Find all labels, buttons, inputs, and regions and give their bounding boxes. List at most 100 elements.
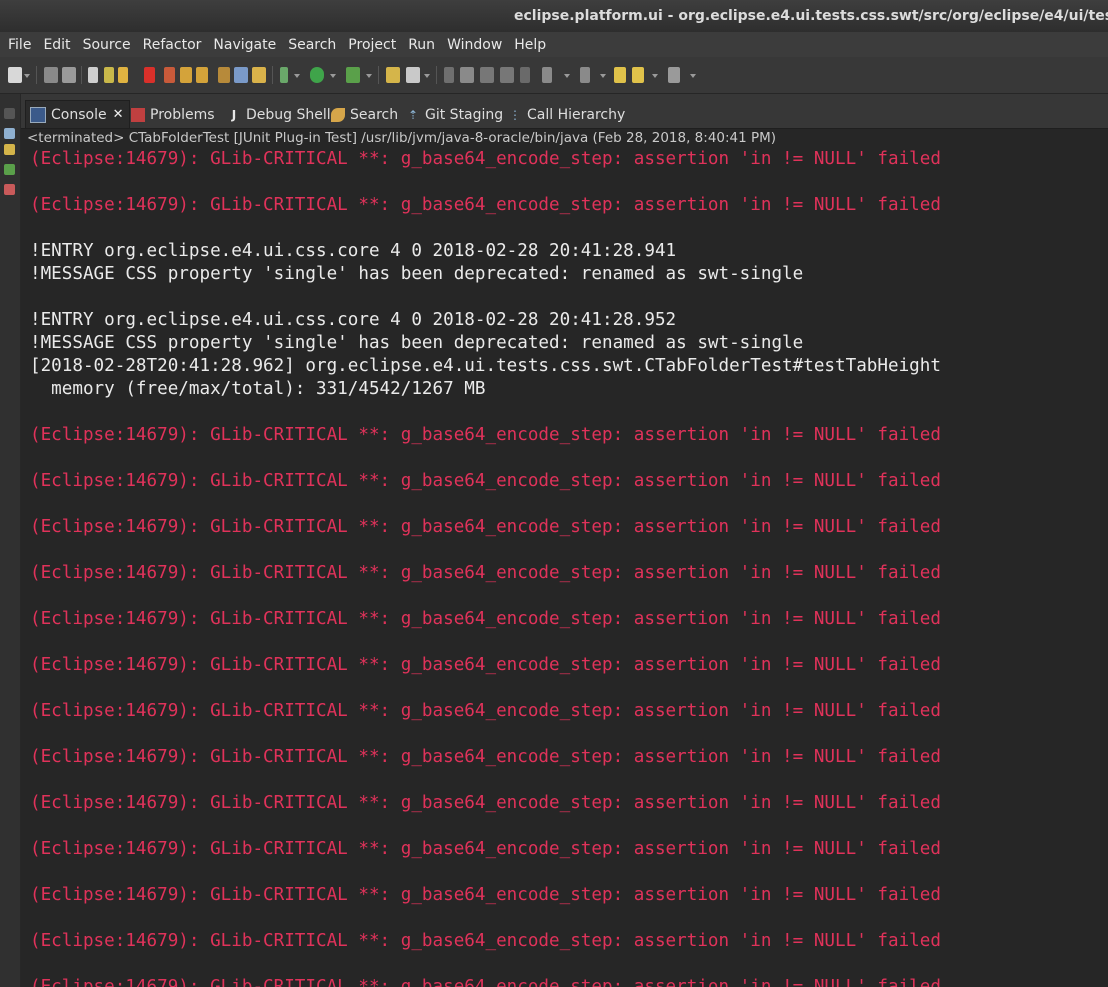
console-error-line: (Eclipse:14679): GLib-CRITICAL **: g_bas… [30, 931, 941, 951]
run-icon[interactable] [310, 67, 324, 83]
tab-debug-shell-label: Debug Shell [246, 106, 331, 123]
disconnect-icon[interactable] [164, 67, 175, 83]
console-output-line: [2018-02-28T20:41:28.962] org.eclipse.e4… [30, 356, 941, 376]
menu-navigate[interactable]: Navigate [209, 37, 280, 53]
coverage-dropdown-icon[interactable] [366, 74, 372, 78]
step-into-icon[interactable] [180, 67, 192, 83]
console-error-line: (Eclipse:14679): GLib-CRITICAL **: g_bas… [30, 839, 941, 859]
console-error-line: (Eclipse:14679): GLib-CRITICAL **: g_bas… [30, 977, 941, 987]
next-annotation-icon[interactable] [542, 67, 552, 83]
menu-window[interactable]: Window [443, 37, 506, 53]
console-icon [30, 106, 46, 123]
package-explorer-icon[interactable] [4, 128, 15, 139]
console-error-line: (Eclipse:14679): GLib-CRITICAL **: g_bas… [30, 195, 941, 215]
open-task-dropdown-icon[interactable] [424, 74, 430, 78]
suspend-icon[interactable] [118, 67, 128, 83]
toolbar-separator [436, 66, 437, 84]
toolbar-separator [36, 66, 37, 84]
title-bar: eclipse.platform.ui - org.eclipse.e4.ui.… [0, 0, 1108, 32]
tab-search-label: Search [350, 106, 399, 123]
problems-icon [131, 107, 145, 122]
left-trim-bar [0, 94, 21, 987]
console-error-line: (Eclipse:14679): GLib-CRITICAL **: g_bas… [30, 425, 941, 445]
test-results-icon[interactable] [4, 184, 15, 195]
console-error-line: (Eclipse:14679): GLib-CRITICAL **: g_bas… [30, 885, 941, 905]
menu-refactor[interactable]: Refactor [139, 37, 206, 53]
view-tab-bar: Console ✕ Problems J Debug Shell Search … [21, 94, 1108, 128]
last-edit-location-icon[interactable] [614, 67, 626, 83]
next-annotation-dropdown-icon[interactable] [564, 74, 570, 78]
back-dropdown-icon[interactable] [652, 74, 658, 78]
step-return-icon[interactable] [218, 67, 230, 83]
previous-annotation-icon[interactable] [580, 67, 590, 83]
menu-help[interactable]: Help [510, 37, 550, 53]
new-dropdown-icon[interactable] [24, 74, 30, 78]
tab-console[interactable]: Console ✕ [25, 100, 131, 128]
block-selection-icon[interactable] [480, 67, 494, 83]
git-staging-icon: ⇡ [407, 107, 419, 122]
console-error-line: (Eclipse:14679): GLib-CRITICAL **: g_bas… [30, 793, 941, 813]
run-dropdown-icon[interactable] [330, 74, 336, 78]
console-process-label: <terminated> CTabFolderTest [JUnit Plug-… [21, 128, 1108, 149]
toggle-mark-occurrences-icon[interactable] [444, 67, 454, 83]
close-icon[interactable]: ✕ [113, 107, 124, 122]
forward-dropdown-icon[interactable] [690, 74, 696, 78]
tab-git-staging[interactable]: ⇡ Git Staging [406, 101, 503, 128]
console-error-line: (Eclipse:14679): GLib-CRITICAL **: g_bas… [30, 149, 941, 169]
save-all-icon[interactable] [62, 67, 76, 83]
tab-debug-shell[interactable]: J Debug Shell [227, 101, 331, 128]
terminate-icon[interactable] [144, 67, 155, 83]
call-hierarchy-icon: ⋮ [509, 107, 521, 122]
drop-to-frame-icon[interactable] [234, 67, 248, 83]
menu-bar: File Edit Source Refactor Navigate Searc… [0, 32, 1108, 57]
tab-console-label: Console [51, 106, 107, 123]
resume-icon[interactable] [104, 67, 114, 83]
show-whitespace-icon[interactable] [520, 67, 530, 83]
search-icon [331, 107, 345, 122]
toolbar-separator [272, 66, 273, 84]
junit-icon[interactable] [4, 164, 15, 175]
forward-icon[interactable] [668, 67, 680, 83]
debug-shell-icon: J [231, 107, 237, 122]
console-output[interactable]: (Eclipse:14679): GLib-CRITICAL **: g_bas… [21, 148, 1108, 987]
save-icon[interactable] [44, 67, 58, 83]
tab-problems-label: Problems [150, 106, 215, 123]
previous-annotation-dropdown-icon[interactable] [600, 74, 606, 78]
debug-icon[interactable] [280, 67, 288, 83]
skip-breakpoints-icon[interactable] [88, 67, 98, 83]
window-title: eclipse.platform.ui - org.eclipse.e4.ui.… [514, 8, 1108, 24]
menu-file[interactable]: File [4, 37, 35, 53]
console-output-line: !MESSAGE CSS property 'single' has been … [30, 264, 804, 284]
toolbar-separator [378, 66, 379, 84]
step-over-icon[interactable] [196, 67, 208, 83]
main-toolbar [0, 57, 1108, 94]
console-error-line: (Eclipse:14679): GLib-CRITICAL **: g_bas… [30, 701, 941, 721]
tab-call-hierarchy-label: Call Hierarchy [527, 106, 626, 123]
new-icon[interactable] [8, 67, 22, 83]
console-error-line: (Eclipse:14679): GLib-CRITICAL **: g_bas… [30, 471, 941, 491]
console-error-line: (Eclipse:14679): GLib-CRITICAL **: g_bas… [30, 655, 941, 675]
navigator-icon[interactable] [4, 144, 15, 155]
tab-search[interactable]: Search [331, 101, 398, 128]
menu-source[interactable]: Source [79, 37, 135, 53]
menu-search[interactable]: Search [284, 37, 340, 53]
console-output-line: !ENTRY org.eclipse.e4.ui.css.core 4 0 20… [30, 310, 677, 330]
debug-dropdown-icon[interactable] [294, 74, 300, 78]
menu-project[interactable]: Project [344, 37, 400, 53]
word-wrap-icon[interactable] [500, 67, 514, 83]
console-error-line: (Eclipse:14679): GLib-CRITICAL **: g_bas… [30, 609, 941, 629]
open-task-icon[interactable] [406, 67, 420, 83]
minimized-view-icon[interactable] [4, 108, 15, 119]
tab-git-staging-label: Git Staging [425, 106, 504, 123]
tab-problems[interactable]: Problems [131, 101, 215, 128]
menu-edit[interactable]: Edit [39, 37, 74, 53]
back-icon[interactable] [632, 67, 644, 83]
menu-run[interactable]: Run [404, 37, 439, 53]
console-output-line: memory (free/max/total): 331/4542/1267 M… [30, 379, 486, 399]
console-error-line: (Eclipse:14679): GLib-CRITICAL **: g_bas… [30, 747, 941, 767]
tab-call-hierarchy[interactable]: ⋮ Call Hierarchy [508, 101, 625, 128]
toggle-breadcrumb-icon[interactable] [460, 67, 474, 83]
use-step-filters-icon[interactable] [252, 67, 266, 83]
coverage-icon[interactable] [346, 67, 360, 83]
open-type-icon[interactable] [386, 67, 400, 83]
